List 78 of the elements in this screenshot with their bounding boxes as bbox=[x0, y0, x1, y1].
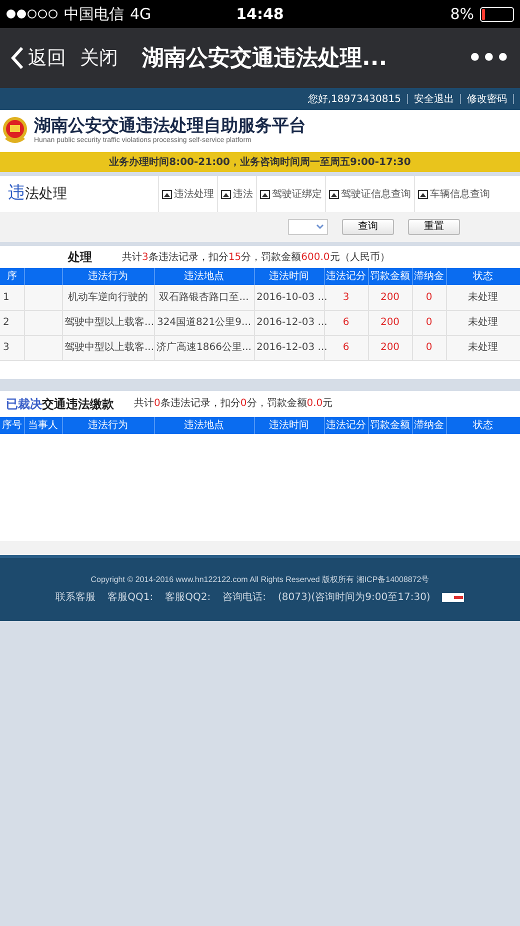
column-header: 违法地点 bbox=[184, 420, 224, 430]
picture-frame-icon bbox=[162, 190, 172, 198]
clock: 14:48 bbox=[235, 4, 285, 25]
column-header: 状态 bbox=[473, 271, 493, 282]
column-header: 滞纳金 bbox=[414, 271, 444, 282]
search-button[interactable]: 查询 bbox=[342, 219, 394, 235]
column-header: 当事人 bbox=[28, 420, 58, 430]
more-button[interactable]: ••• bbox=[468, 42, 510, 74]
battery-icon bbox=[480, 6, 514, 22]
table-cell: 2016-10-03 ... bbox=[256, 292, 328, 303]
carrier-label: 中国电信 bbox=[64, 4, 124, 25]
contact-label: 咨询电话: bbox=[222, 590, 266, 604]
top-link[interactable]: 安全退出 bbox=[414, 92, 454, 106]
back-button[interactable]: 返回 bbox=[10, 44, 66, 72]
contact-label: 联系客服 bbox=[56, 590, 96, 604]
dropdown-field[interactable] bbox=[288, 219, 328, 235]
section-title: 已裁决交通违法缴款 bbox=[6, 396, 114, 412]
table-cell: 200 bbox=[380, 292, 400, 303]
top-link[interactable]: 修改密码 bbox=[467, 92, 507, 106]
table-cell: 3 bbox=[342, 292, 350, 303]
table-cell: 3 bbox=[3, 342, 10, 353]
column-header: 滞纳金 bbox=[414, 420, 444, 430]
summary-text: 共计0条违法记录，扣分0分，罚款金额0.0元 bbox=[134, 396, 333, 411]
column-header: 状态 bbox=[473, 420, 493, 430]
table-cell: 1 bbox=[3, 292, 10, 303]
column-header: 违法行为 bbox=[88, 271, 128, 282]
table-cell: 未处理 bbox=[468, 292, 498, 303]
table-cell: 0 bbox=[426, 342, 432, 353]
column-header: 违法地点 bbox=[184, 271, 224, 282]
contact-label: (8073)(咨询时间为9:00至17:30) bbox=[278, 590, 430, 604]
column-header: 序号 bbox=[2, 420, 22, 430]
battery-percent: 8% bbox=[450, 4, 474, 25]
table-cell: 2 bbox=[3, 317, 10, 328]
table-cell: 双石路银杏路口至... bbox=[159, 292, 249, 303]
table-cell: 2016-12-03 ... bbox=[256, 317, 328, 328]
table-cell: 未处理 bbox=[468, 342, 498, 353]
hours-notice: 业务办理时间8:00-21:00，业务咨询时间周一至周五9:00-17:30 bbox=[109, 156, 411, 170]
table-cell: 未处理 bbox=[468, 317, 498, 328]
network-label: 4G bbox=[130, 4, 152, 25]
column-header: 违法行为 bbox=[88, 420, 128, 430]
table-cell: 济广高速1866公里... bbox=[156, 342, 252, 353]
table-cell: 0 bbox=[426, 317, 432, 328]
column-header: 违法记分 bbox=[326, 420, 366, 430]
copyright-text: Copyright © 2014-2016 www.hn122122.com All Rights Reserved 版权所有 湘ICP备14008872号 bbox=[90, 574, 430, 586]
section-title: 处理 bbox=[68, 249, 92, 266]
page-title: 湖南公安交通违法处理... bbox=[142, 44, 388, 72]
table-cell: 机动车逆向行驶的 bbox=[68, 292, 148, 303]
table-cell: 2016-12-03 ... bbox=[256, 342, 328, 353]
picture-frame-icon bbox=[221, 190, 231, 198]
top-link[interactable]: 您好,18973430815 bbox=[308, 92, 401, 106]
table-cell: 324国道821公里9... bbox=[156, 317, 252, 328]
picture-frame-icon bbox=[418, 190, 428, 198]
site-title: 湖南公安交通违法处理自助服务平台 bbox=[34, 116, 306, 136]
column-header: 违法时间 bbox=[269, 271, 309, 282]
table-cell: 驾驶中型以上载客... bbox=[64, 317, 154, 328]
column-header: 罚款金额 bbox=[370, 420, 410, 430]
table-cell: 6 bbox=[342, 317, 350, 328]
column-header: 违法记分 bbox=[326, 271, 366, 282]
column-header: 罚款金额 bbox=[370, 271, 410, 282]
table-cell: 0 bbox=[426, 292, 432, 303]
table-cell: 200 bbox=[380, 342, 400, 353]
chevron-down-icon bbox=[316, 224, 324, 230]
contact-label: 客服QQ2: bbox=[165, 590, 211, 604]
table-cell: 6 bbox=[342, 342, 350, 353]
search-button[interactable]: 重置 bbox=[408, 219, 460, 235]
picture-frame-icon bbox=[329, 190, 339, 198]
picture-frame-icon bbox=[260, 190, 270, 198]
summary-text: 共计3条违法记录，扣分15分，罚款金额600.0元（人民币） bbox=[122, 250, 390, 264]
table-cell: 驾驶中型以上载客... bbox=[64, 342, 154, 353]
section-title: 违法处理 bbox=[7, 182, 68, 206]
site-badge-icon bbox=[442, 592, 464, 602]
column-header: 违法时间 bbox=[269, 420, 309, 430]
table-cell: 200 bbox=[380, 317, 400, 328]
close-button[interactable]: 关闭 bbox=[80, 44, 118, 72]
signal-icon bbox=[6, 9, 58, 19]
back-chevron-icon bbox=[10, 46, 24, 70]
contact-label: 客服QQ1: bbox=[108, 590, 154, 604]
column-header: 序 bbox=[6, 271, 17, 282]
